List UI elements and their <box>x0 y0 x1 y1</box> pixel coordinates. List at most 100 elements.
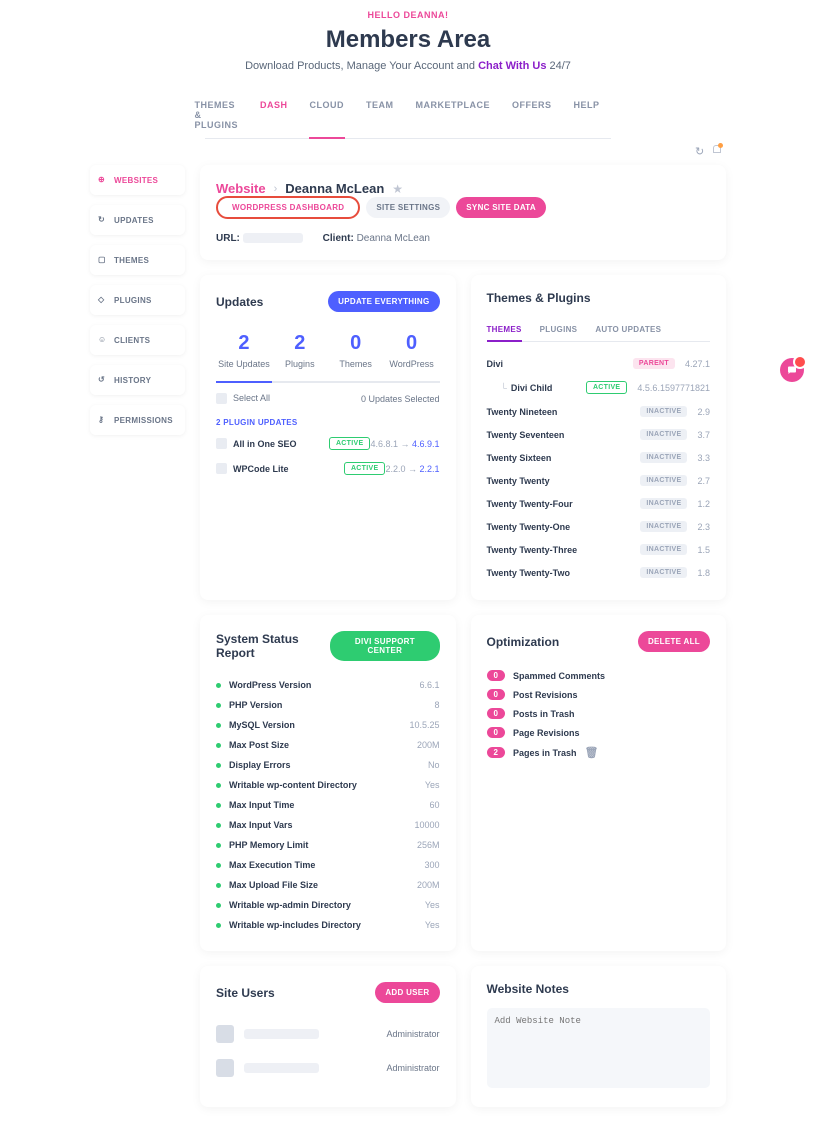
optimization-count: 0 <box>487 708 505 719</box>
status-name: PHP Version <box>229 700 434 710</box>
divi-support-center-button[interactable]: DIVI SUPPORT CENTER <box>330 631 439 661</box>
update-name: WPCode Lite <box>233 464 344 474</box>
chevron-right-icon: › <box>274 183 278 195</box>
theme-row: Twenty Sixteen INACTIVE 3.3 <box>487 446 711 469</box>
status-value: 8 <box>434 700 439 710</box>
nav-team[interactable]: TEAM <box>366 100 394 130</box>
status-name: Max Post Size <box>229 740 417 750</box>
update-version: 2.2.0 → 2.2.1 <box>385 464 439 474</box>
theme-name: Twenty Twenty <box>487 476 641 486</box>
status-name: MySQL Version <box>229 720 409 730</box>
status-value: Yes <box>425 920 440 930</box>
user-role: Administrator <box>386 1063 439 1073</box>
star-icon[interactable]: ★ <box>392 182 403 196</box>
update-everything-button[interactable]: UPDATE EVERYTHING <box>328 291 439 312</box>
status-name: PHP Memory Limit <box>229 840 417 850</box>
nav-cloud[interactable]: CLOUD <box>310 100 345 130</box>
subtitle: Download Products, Manage Your Account a… <box>0 60 816 72</box>
tab-plugins[interactable]: PLUGINS <box>540 319 578 341</box>
site-users-card: Site Users ADD USER Administrator Admini… <box>200 966 456 1107</box>
theme-status-badge: INACTIVE <box>640 521 687 532</box>
sidebar-item-permissions[interactable]: ⚷PERMISSIONS <box>90 405 185 435</box>
status-badge: ACTIVE <box>344 462 385 475</box>
stat-site-updates[interactable]: 2Site Updates <box>216 326 272 381</box>
nav-marketplace[interactable]: MARKETPLACE <box>416 100 491 130</box>
status-value: Yes <box>425 780 440 790</box>
add-user-button[interactable]: ADD USER <box>375 982 439 1003</box>
site-settings-button[interactable]: SITE SETTINGS <box>366 197 450 218</box>
status-name: Writable wp-admin Directory <box>229 900 425 910</box>
site-users-title: Site Users <box>216 986 275 1000</box>
optimization-name: Page Revisions <box>513 728 580 738</box>
sidebar-item-updates[interactable]: ↻UPDATES <box>90 205 185 235</box>
chat-fab[interactable] <box>780 358 804 382</box>
sidebar-item-themes[interactable]: ▢THEMES <box>90 245 185 275</box>
update-checkbox[interactable] <box>216 463 227 474</box>
theme-row: Divi PARENT 4.27.1 <box>487 352 711 375</box>
optimization-name: Spammed Comments <box>513 671 605 681</box>
trash-icon[interactable]: 🗑 <box>584 746 598 759</box>
theme-status-badge: INACTIVE <box>640 406 687 417</box>
optimization-count: 0 <box>487 689 505 700</box>
website-note-input[interactable] <box>487 1008 711 1088</box>
chat-link[interactable]: Chat With Us <box>478 60 546 72</box>
nav-help[interactable]: HELP <box>574 100 600 130</box>
theme-row: Twenty Twenty-Three INACTIVE 1.5 <box>487 538 711 561</box>
nav-offers[interactable]: OFFERS <box>512 100 552 130</box>
stat-wordpress[interactable]: 0WordPress <box>384 326 440 381</box>
stat-plugins[interactable]: 2Plugins <box>272 326 328 381</box>
optimization-count: 0 <box>487 670 505 681</box>
breadcrumb-website[interactable]: Website <box>216 181 266 196</box>
bell-icon[interactable] <box>713 145 721 153</box>
update-row: All in One SEO ACTIVE 4.6.8.1 → 4.6.9.1 <box>216 431 440 456</box>
theme-version: 3.7 <box>697 430 710 440</box>
status-value: 200M <box>417 740 440 750</box>
status-badge: ACTIVE <box>329 437 370 450</box>
sync-site-data-button[interactable]: SYNC SITE DATA <box>456 197 546 218</box>
plugin-icon: ◇ <box>98 295 108 305</box>
updates-title: Updates <box>216 295 263 309</box>
status-name: Writable wp-includes Directory <box>229 920 425 930</box>
tab-themes[interactable]: THEMES <box>487 319 522 342</box>
wordpress-dashboard-button[interactable]: WORDPRESS DASHBOARD <box>216 196 360 219</box>
refresh-icon[interactable]: ↻ <box>695 145 705 155</box>
status-row: Writable wp-content Directory Yes <box>216 775 440 795</box>
status-name: Max Input Vars <box>229 820 414 830</box>
status-dot-icon <box>216 723 221 728</box>
plugin-updates-heading: 2 PLUGIN UPDATES <box>216 414 440 431</box>
sidebar-item-plugins[interactable]: ◇PLUGINS <box>90 285 185 315</box>
theme-status-badge: INACTIVE <box>640 452 687 463</box>
hello-text: HELLO DEANNA! <box>0 10 816 20</box>
sidebar-item-history[interactable]: ↺HISTORY <box>90 365 185 395</box>
sidebar-item-clients[interactable]: ☺CLIENTS <box>90 325 185 355</box>
theme-name: Twenty Seventeen <box>487 430 641 440</box>
themes-plugins-card: Themes & Plugins THEMES PLUGINS AUTO UPD… <box>471 275 727 600</box>
select-all-checkbox[interactable] <box>216 393 227 404</box>
nav-themes-plugins[interactable]: THEMES & PLUGINS <box>194 100 238 130</box>
status-dot-icon <box>216 743 221 748</box>
theme-name: Twenty Twenty-Two <box>487 568 641 578</box>
site-header-card: Website › Deanna McLean ★ WORDPRESS DASH… <box>200 165 726 260</box>
delete-all-button[interactable]: DELETE ALL <box>638 631 710 652</box>
user-name <box>244 1029 319 1039</box>
theme-version: 2.9 <box>697 407 710 417</box>
status-row: Max Input Time 60 <box>216 795 440 815</box>
tab-auto-updates[interactable]: AUTO UPDATES <box>595 319 661 341</box>
status-value: 200M <box>417 880 440 890</box>
status-dot-icon <box>216 863 221 868</box>
optimization-name: Posts in Trash <box>513 709 575 719</box>
theme-status-badge: INACTIVE <box>640 498 687 509</box>
optimization-count: 2 <box>487 747 505 758</box>
optimization-row: 2 Pages in Trash 🗑 <box>487 742 711 763</box>
sidebar-item-websites[interactable]: ⊕WEBSITES <box>90 165 185 195</box>
theme-row: Twenty Seventeen INACTIVE 3.7 <box>487 423 711 446</box>
theme-row: Twenty Twenty-Four INACTIVE 1.2 <box>487 492 711 515</box>
breadcrumb-site-name: Deanna McLean <box>285 181 384 196</box>
stat-themes[interactable]: 0Themes <box>328 326 384 381</box>
theme-status-badge: PARENT <box>633 358 675 369</box>
nav-dash[interactable]: DASH <box>260 100 288 130</box>
sidebar: ⊕WEBSITES ↻UPDATES ▢THEMES ◇PLUGINS ☺CLI… <box>90 165 185 435</box>
theme-name: Twenty Twenty-Four <box>487 499 641 509</box>
status-value: 300 <box>424 860 439 870</box>
update-checkbox[interactable] <box>216 438 227 449</box>
